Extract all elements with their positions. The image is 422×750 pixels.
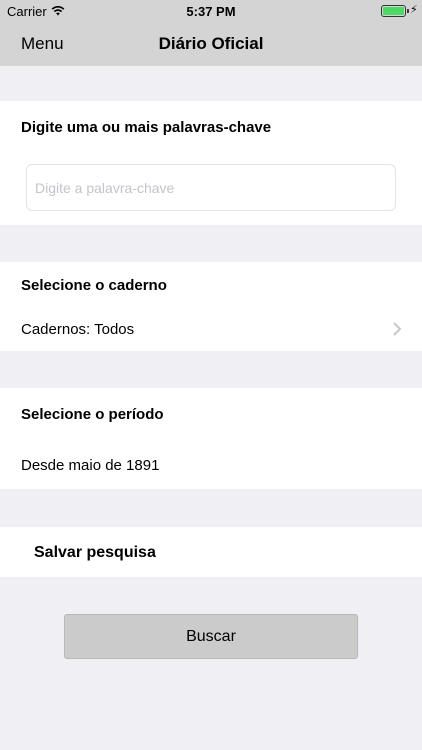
keyword-input[interactable] — [26, 164, 396, 211]
top-bar: Carrier 5:37 PM ⚡ Menu Diário Oficial — [0, 0, 422, 66]
periodo-heading: Selecione o período — [21, 406, 164, 423]
salvar-section: Salvar pesquisa — [0, 527, 422, 577]
charging-bolt-icon: ⚡ — [410, 4, 418, 16]
caderno-row[interactable]: Cadernos: Todos — [0, 306, 422, 351]
status-time: 5:37 PM — [186, 4, 236, 19]
navigation-bar: Menu Diário Oficial — [0, 22, 422, 66]
page-title: Diário Oficial — [158, 34, 264, 53]
salvar-pesquisa-label[interactable]: Salvar pesquisa — [34, 544, 156, 562]
keywords-section: Digite uma ou mais palavras-chave — [0, 101, 422, 225]
caderno-section: Selecione o caderno Cadernos: Todos — [0, 262, 422, 351]
periodo-value[interactable]: Desde maio de 1891 — [21, 457, 159, 474]
battery-icon — [381, 5, 409, 17]
buscar-button[interactable]: Buscar — [64, 614, 358, 659]
keywords-heading: Digite uma ou mais palavras-chave — [21, 119, 272, 136]
status-bar: Carrier 5:37 PM ⚡ — [0, 0, 422, 22]
chevron-right-icon — [393, 322, 401, 336]
battery-level — [383, 7, 404, 15]
caderno-heading: Selecione o caderno — [21, 277, 167, 294]
screen: Carrier 5:37 PM ⚡ Menu Diário Oficial Di… — [0, 0, 422, 750]
periodo-section: Selecione o período Desde maio de 1891 — [0, 388, 422, 489]
caderno-value: Cadernos: Todos — [21, 321, 135, 338]
